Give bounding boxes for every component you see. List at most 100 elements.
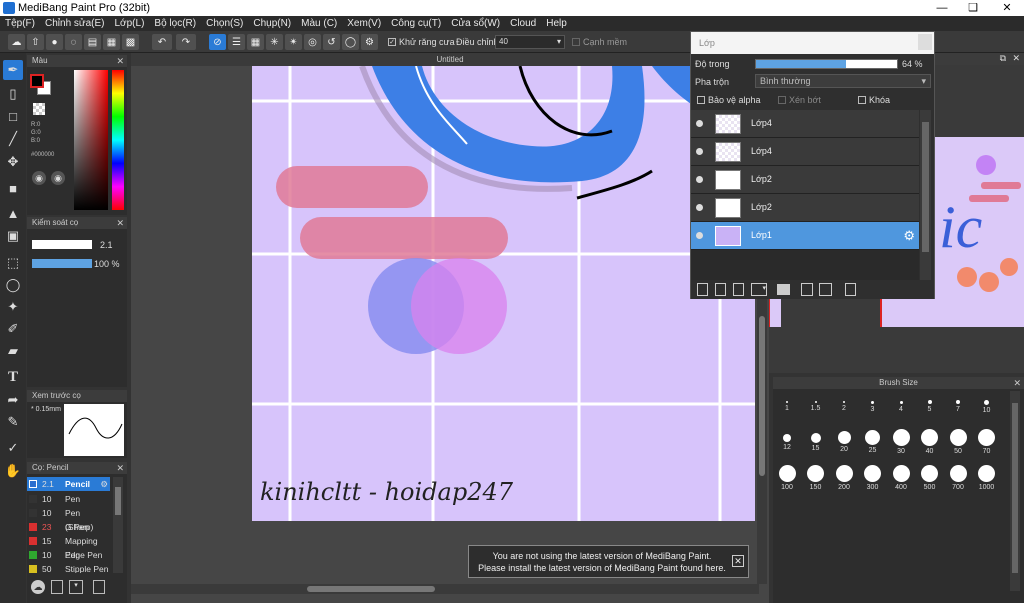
brush-item-edge-pen[interactable]: 10 Edge Pen	[27, 548, 110, 562]
folder-icon[interactable]	[777, 284, 790, 295]
redo-icon[interactable]: ↷	[176, 34, 196, 50]
bucket-tool-icon[interactable]: ▲	[3, 203, 23, 223]
move-tool-icon[interactable]: ✥	[3, 152, 23, 172]
lasso-tool-icon[interactable]: ◯	[3, 275, 23, 295]
close-icon[interactable]: ✕	[732, 555, 744, 567]
menu-file[interactable]: Tệp(F)	[0, 16, 40, 31]
brush-size-option[interactable]: 200	[830, 465, 858, 491]
menu-tools[interactable]: Công cụ(T)	[386, 16, 446, 31]
brush-size-option[interactable]: 1000	[973, 465, 1001, 491]
brush-size-option[interactable]: 1	[773, 397, 801, 412]
transparent-color-swatch[interactable]	[33, 103, 45, 115]
new-layer-icon[interactable]	[697, 283, 708, 296]
line-tool-icon[interactable]: ╱	[3, 129, 23, 149]
menu-layer[interactable]: Lớp(L)	[110, 16, 150, 31]
brush-size-option[interactable]: 12	[773, 429, 801, 451]
delete-layer-icon[interactable]	[845, 283, 856, 296]
rectangle-tool-icon[interactable]: □	[3, 106, 23, 126]
select-eraser-icon[interactable]: ▰	[3, 341, 23, 361]
brush-size-option[interactable]: 15	[802, 429, 830, 452]
saturation-field[interactable]	[74, 70, 108, 210]
brush-size-option[interactable]: 100	[773, 465, 801, 491]
close-icon[interactable]: ✕	[1012, 53, 1020, 64]
brush-item-pen-sharp[interactable]: 10 Pen (Sharp)	[27, 506, 110, 532]
brush-size-option[interactable]: 1.5	[802, 397, 830, 412]
visibility-icon[interactable]	[696, 148, 703, 155]
parallel-snap-icon[interactable]: ☰	[228, 34, 245, 50]
brush-settings-icon[interactable]	[93, 580, 105, 594]
scrollbar-thumb[interactable]	[922, 122, 929, 252]
menu-filter[interactable]: Bộ lọc(R)	[149, 16, 201, 31]
menu-edit[interactable]: Chỉnh sửa(E)	[40, 16, 110, 31]
radial-icon[interactable]: ✴	[285, 34, 302, 50]
brush-opacity-slider[interactable]	[32, 259, 92, 268]
settings-icon[interactable]: ⚙	[361, 34, 378, 50]
brush-size-option[interactable]: 4	[887, 397, 915, 413]
layer-row[interactable]: Lớp4	[691, 110, 919, 138]
layer-row[interactable]: Lớp2	[691, 194, 919, 222]
perspective-icon[interactable]: ✳	[266, 34, 283, 50]
hand-tool-icon[interactable]: ✋	[3, 461, 23, 481]
layer-opacity-slider[interactable]	[755, 59, 898, 69]
horizontal-scrollbar[interactable]	[131, 584, 759, 594]
brush-size-option[interactable]: 30	[887, 429, 915, 455]
brush-size-option[interactable]: 40	[916, 429, 944, 455]
text-tool-icon[interactable]: T	[3, 367, 23, 387]
close-icon[interactable]: ✕	[1013, 377, 1021, 389]
eraser-tool-icon[interactable]: ▯	[3, 84, 23, 104]
layer-scrollbar[interactable]	[920, 110, 931, 280]
add-layer-menu-icon[interactable]: ▾	[751, 283, 767, 296]
layer-panel-titlebar[interactable]: Lớp	[691, 32, 934, 54]
menu-view[interactable]: Xem(V)	[342, 16, 386, 31]
divide-tool-icon[interactable]: ✎	[3, 412, 23, 432]
layer-row-selected[interactable]: Lớp1 ⚙	[691, 222, 919, 250]
clipping-checkbox[interactable]	[778, 96, 786, 104]
new-8bit-layer-icon[interactable]	[733, 283, 744, 296]
brush-item-pen[interactable]: 10 Pen	[27, 492, 110, 506]
lock-checkbox[interactable]	[858, 96, 866, 104]
scrollbar-thumb[interactable]	[759, 316, 765, 476]
new-halftone-layer-icon[interactable]	[715, 283, 726, 296]
visibility-icon[interactable]	[696, 120, 703, 127]
menu-snap[interactable]: Chụp(N)	[248, 16, 296, 31]
chat-icon[interactable]: ◌	[65, 34, 82, 50]
panel-icon[interactable]: ▩	[122, 34, 139, 50]
brush-size-option[interactable]: 150	[802, 465, 830, 491]
foreground-color-swatch[interactable]	[30, 74, 44, 88]
gradient-tool-icon[interactable]: ▣	[3, 226, 23, 246]
curve-snap-icon[interactable]: ↺	[323, 34, 340, 50]
duplicate-layer-icon[interactable]	[801, 283, 813, 296]
visibility-icon[interactable]	[696, 176, 703, 183]
add-brush-icon[interactable]: ▾	[69, 580, 83, 594]
select-tool-icon[interactable]: ⬚	[3, 253, 23, 273]
gear-icon[interactable]: ⚙	[903, 228, 915, 244]
brush-size-option[interactable]: 500	[916, 465, 944, 491]
close-icon[interactable]: ✕	[992, 0, 1022, 16]
color-picker-icon[interactable]: ◉	[51, 171, 65, 185]
brush-item-stipple-pen[interactable]: 50 Stipple Pen	[27, 562, 110, 573]
fill-rect-tool-icon[interactable]: ■	[3, 178, 23, 198]
merge-layer-icon[interactable]	[819, 283, 832, 296]
brush-list-scrollbar[interactable]	[113, 477, 123, 573]
cloud-icon[interactable]: ☁	[8, 34, 25, 50]
brush-size-option[interactable]: 25	[859, 429, 887, 454]
menu-cloud[interactable]: Cloud	[505, 16, 541, 31]
soft-edge-checkbox[interactable]	[572, 38, 580, 46]
undo-icon[interactable]: ↶	[152, 34, 172, 50]
menu-window[interactable]: Cửa sổ(W)	[446, 16, 505, 31]
brush-size-option[interactable]: 10	[973, 397, 1001, 414]
minimize-icon[interactable]: —	[927, 0, 957, 16]
visibility-icon[interactable]	[696, 204, 703, 211]
layer-panel-close[interactable]	[918, 34, 932, 50]
protect-alpha-checkbox[interactable]	[697, 96, 705, 104]
menu-help[interactable]: Help	[541, 16, 572, 31]
close-icon[interactable]: ✕	[116, 462, 124, 474]
brush-size-option[interactable]: 3	[859, 397, 887, 413]
brush-size-option[interactable]: 2	[830, 397, 858, 412]
close-icon[interactable]: ✕	[116, 217, 124, 229]
cloud-brush-icon[interactable]: ☁	[31, 580, 45, 594]
grid-icon[interactable]: ▦	[103, 34, 120, 50]
correction-select[interactable]: 40 ▾	[495, 35, 565, 49]
brush-size-option[interactable]: 50	[944, 429, 972, 455]
brush-size-option[interactable]: 7	[944, 397, 972, 413]
